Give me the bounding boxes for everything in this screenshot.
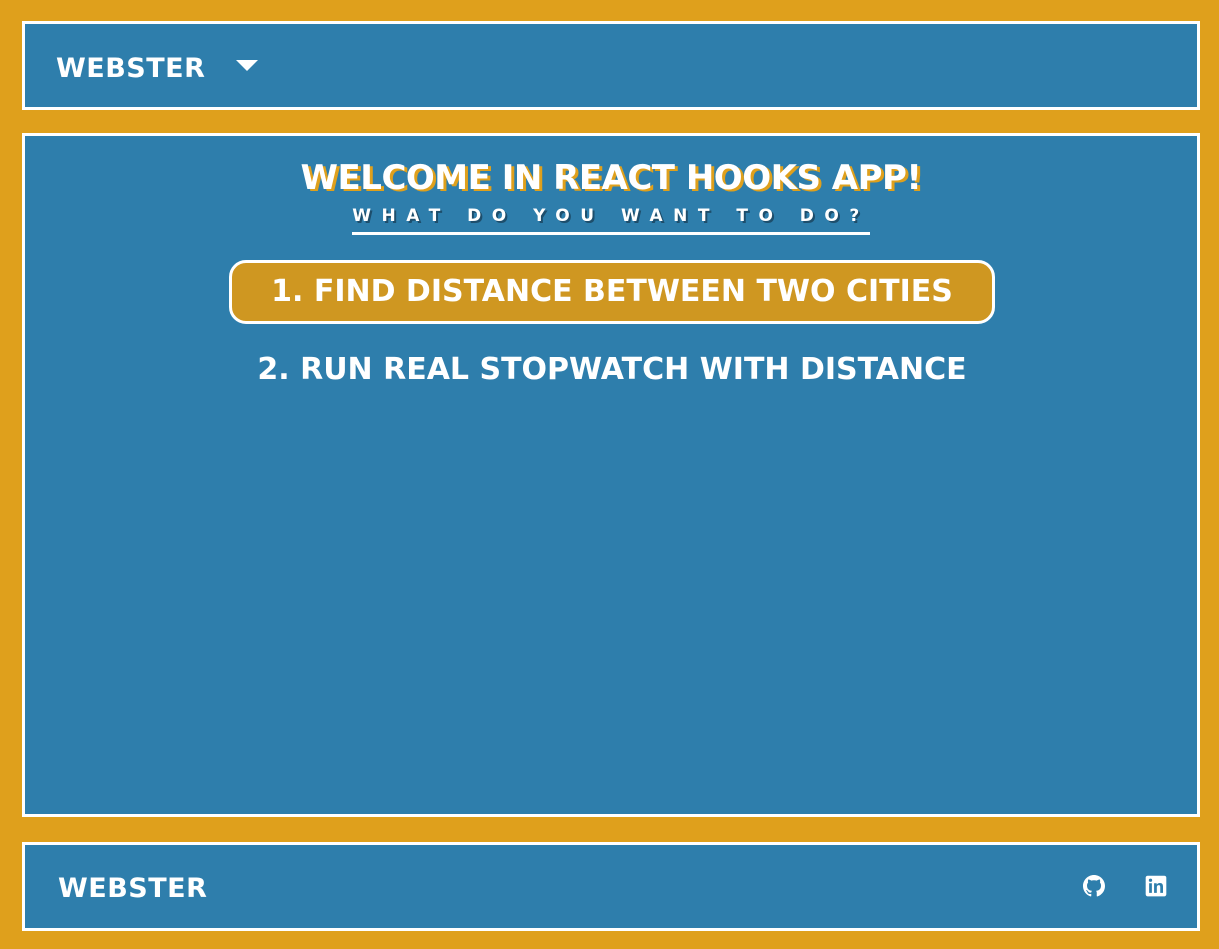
github-icon[interactable] bbox=[1083, 875, 1105, 897]
page-subtitle: WHAT DO YOU WANT TO DO? bbox=[352, 206, 870, 235]
footer-brand: WEBSTER bbox=[58, 873, 208, 904]
dropdown-caret-icon[interactable] bbox=[236, 60, 258, 71]
linkedin-icon[interactable] bbox=[1145, 875, 1167, 897]
option-run-stopwatch[interactable]: 2. RUN REAL STOPWATCH WITH DISTANCE bbox=[229, 346, 995, 394]
top-navbar: WEBSTER bbox=[22, 21, 1200, 110]
option-find-distance[interactable]: 1. FIND DISTANCE BETWEEN TWO CITIES bbox=[229, 260, 995, 324]
main-content: WELCOME IN REACT HOOKS APP! WHAT DO YOU … bbox=[22, 133, 1200, 817]
page-title: WELCOME IN REACT HOOKS APP! bbox=[300, 158, 922, 198]
footer: WEBSTER bbox=[22, 842, 1200, 931]
navbar-brand[interactable]: WEBSTER bbox=[56, 53, 205, 84]
